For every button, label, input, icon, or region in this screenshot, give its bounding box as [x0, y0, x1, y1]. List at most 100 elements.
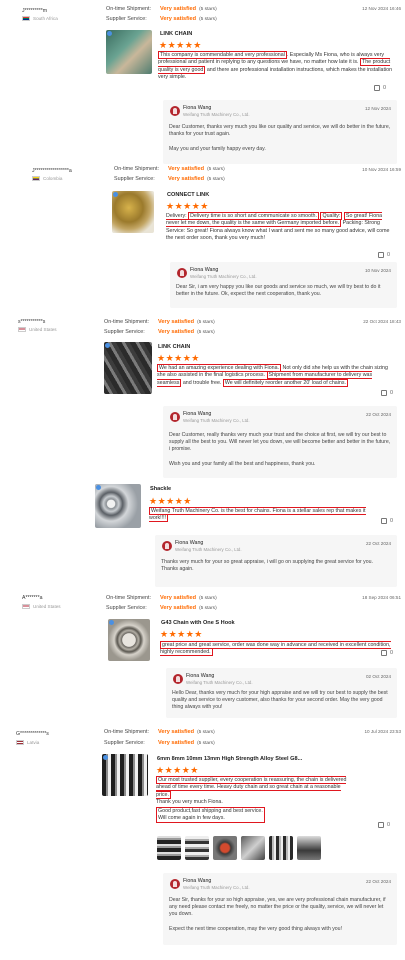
- reply-text: Dear Customer, really thanks very much y…: [169, 432, 391, 467]
- verified-icon: [113, 192, 118, 197]
- product-title[interactable]: LINK CHAIN: [160, 31, 192, 37]
- thumbs-up-icon: [381, 650, 387, 656]
- supplier-reply: Fiona Wang Weifang Truth Machinery Co., …: [163, 873, 397, 945]
- like-button[interactable]: 0: [381, 650, 393, 656]
- reply-date: 22 Oct 2024: [365, 412, 391, 417]
- rating-stars: ★★★★★: [157, 353, 200, 363]
- review-date: 22 Oct 2024 18:43: [363, 319, 401, 324]
- reply-date: 22 Oct 2024: [365, 541, 391, 546]
- reviewer-name: J*****************a: [32, 168, 72, 174]
- product-thumbnail[interactable]: [106, 30, 152, 74]
- rating-stars: ★★★★★: [149, 496, 192, 506]
- reply-name: Fiona Wang: [183, 105, 212, 111]
- product-thumbnail[interactable]: [104, 342, 152, 394]
- review-text: Our most trusted supplier, every coopera…: [156, 776, 356, 824]
- product-thumbnail[interactable]: [95, 484, 141, 528]
- supplier-service-rating: Supplier Service: Very satisfied (5 stars): [104, 740, 215, 746]
- reply-name: Fiona Wang: [183, 878, 212, 884]
- review-date: 10 Nov 2024 16:59: [362, 167, 401, 172]
- supplier-avatar: [173, 674, 183, 684]
- supplier-service-rating: Supplier Service: Very satisfied (5 stars): [104, 329, 215, 335]
- thumbs-up-icon: [378, 252, 384, 258]
- reply-company: Weifang Truth Machinery Co., Ltd.: [183, 418, 250, 423]
- thumbs-up-icon: [374, 85, 380, 91]
- reviewer-country: South Africa: [22, 16, 58, 21]
- product-title[interactable]: G43 Chain with One S Hook: [161, 620, 235, 626]
- ontime-shipment-rating: On-time Shipment: Very satisfied (5 stars): [104, 319, 215, 325]
- rating-stars: ★★★★★: [166, 201, 209, 211]
- review-photo[interactable]: [297, 836, 321, 860]
- product-title[interactable]: CONNECT LINK: [167, 192, 209, 198]
- supplier-avatar: [170, 879, 180, 889]
- reply-text: Dear Customer, thanks very much you like…: [169, 124, 391, 152]
- reviewer-name: A*******a: [22, 595, 43, 601]
- like-button[interactable]: 0: [378, 252, 390, 258]
- supplier-reply: Fiona Wang Weifang Truth Machinery Co., …: [163, 406, 397, 478]
- supplier-avatar: [177, 268, 187, 278]
- reply-text: Dear Sir, thanks for your so high apprai…: [169, 897, 386, 932]
- verified-icon: [109, 620, 114, 625]
- review-photo[interactable]: [213, 836, 237, 860]
- reply-date: 02 Oct 2024: [365, 674, 391, 679]
- reply-company: Weifang Truth Machinery Co., Ltd.: [183, 885, 250, 890]
- review-date: 18 Sep 2024 06:51: [362, 595, 401, 600]
- reviewer-country: Colombia: [32, 176, 62, 181]
- supplier-service-rating: Supplier Service: Very satisfied (5 stars): [114, 176, 225, 182]
- review-photo[interactable]: [269, 836, 293, 860]
- ontime-shipment-rating: On-time Shipment: Very satisfied (5 stars): [114, 166, 225, 172]
- review-text: Weifang Truth Machinery Co. is the best …: [149, 507, 366, 523]
- supplier-reply: Fiona Wang Weifang Truth Machinery Co., …: [163, 100, 397, 164]
- reviewer-name: J*********m: [22, 8, 48, 14]
- reviewer-country: United States: [18, 327, 57, 332]
- reply-company: Weifang Truth Machinery Co., Ltd.: [190, 274, 257, 279]
- reviewer-name: s***********s: [18, 319, 46, 325]
- rating-stars: ★★★★★: [160, 629, 203, 639]
- review-text: Delivery: Delivery time is so short and …: [166, 212, 390, 242]
- review-text: We had an amazing experience dealing wit…: [157, 364, 388, 387]
- reply-name: Fiona Wang: [186, 673, 215, 679]
- verified-icon: [107, 31, 112, 36]
- supplier-avatar: [170, 106, 180, 116]
- product-title[interactable]: Shackle: [150, 486, 171, 492]
- reply-company: Weifang Truth Machinery Co., Ltd.: [175, 547, 242, 552]
- like-button[interactable]: 0: [381, 518, 393, 524]
- product-title[interactable]: LINK CHAIN: [158, 344, 190, 350]
- rating-stars: ★★★★★: [156, 765, 199, 775]
- product-thumbnail[interactable]: [112, 191, 154, 233]
- reviewer-country: Latvia: [16, 740, 39, 745]
- verified-icon: [105, 343, 110, 348]
- flag-south-africa-icon: [22, 16, 30, 21]
- reply-date: 22 Oct 2024: [365, 879, 391, 884]
- reply-date: 12 Nov 2024: [364, 106, 391, 111]
- like-button[interactable]: 0: [374, 85, 386, 91]
- review-text: This company is commendable and very pro…: [158, 51, 393, 81]
- supplier-service-rating: Supplier Service: Very satisfied (5 stars): [106, 16, 217, 22]
- product-thumbnail[interactable]: [102, 754, 148, 796]
- supplier-reply: Fiona Wang Weifang Truth Machinery Co., …: [170, 262, 397, 308]
- like-button[interactable]: 0: [378, 822, 390, 828]
- product-thumbnail[interactable]: [108, 619, 150, 661]
- reply-name: Fiona Wang: [183, 411, 212, 417]
- reply-name: Fiona Wang: [190, 267, 219, 273]
- reply-text: Hello Dear, thanks very much for your hi…: [172, 690, 388, 711]
- reply-company: Weifang Truth Machinery Co., Ltd.: [183, 112, 250, 117]
- review-photo[interactable]: [157, 836, 181, 860]
- verified-icon: [96, 485, 101, 490]
- review-photo[interactable]: [241, 836, 265, 860]
- review-image-gallery: [157, 836, 321, 860]
- review-date: 12 Nov 2024 16:46: [362, 6, 401, 11]
- ontime-shipment-rating: On-time Shipment: Very satisfied (5 stars): [104, 729, 215, 735]
- review-photo[interactable]: [185, 836, 209, 860]
- supplier-avatar: [170, 412, 180, 422]
- reply-text: Dear Sir, i am very happy you like our g…: [176, 284, 381, 298]
- thumbs-up-icon: [381, 518, 387, 524]
- ontime-shipment-rating: On-time Shipment: Very satisfied (5 stars): [106, 595, 217, 601]
- reviewer-name: G*************s: [16, 731, 49, 737]
- reply-name: Fiona Wang: [175, 540, 204, 546]
- like-button[interactable]: 0: [381, 390, 393, 396]
- supplier-avatar: [162, 541, 172, 551]
- supplier-reply: Fiona Wang Weifang Truth Machinery Co., …: [166, 668, 397, 718]
- product-title[interactable]: 6mm 8mm 10mm 13mm High Strength Alloy St…: [157, 756, 302, 762]
- reviewer-country: United States: [22, 604, 61, 609]
- review-text: great price and great service, order was…: [160, 641, 391, 657]
